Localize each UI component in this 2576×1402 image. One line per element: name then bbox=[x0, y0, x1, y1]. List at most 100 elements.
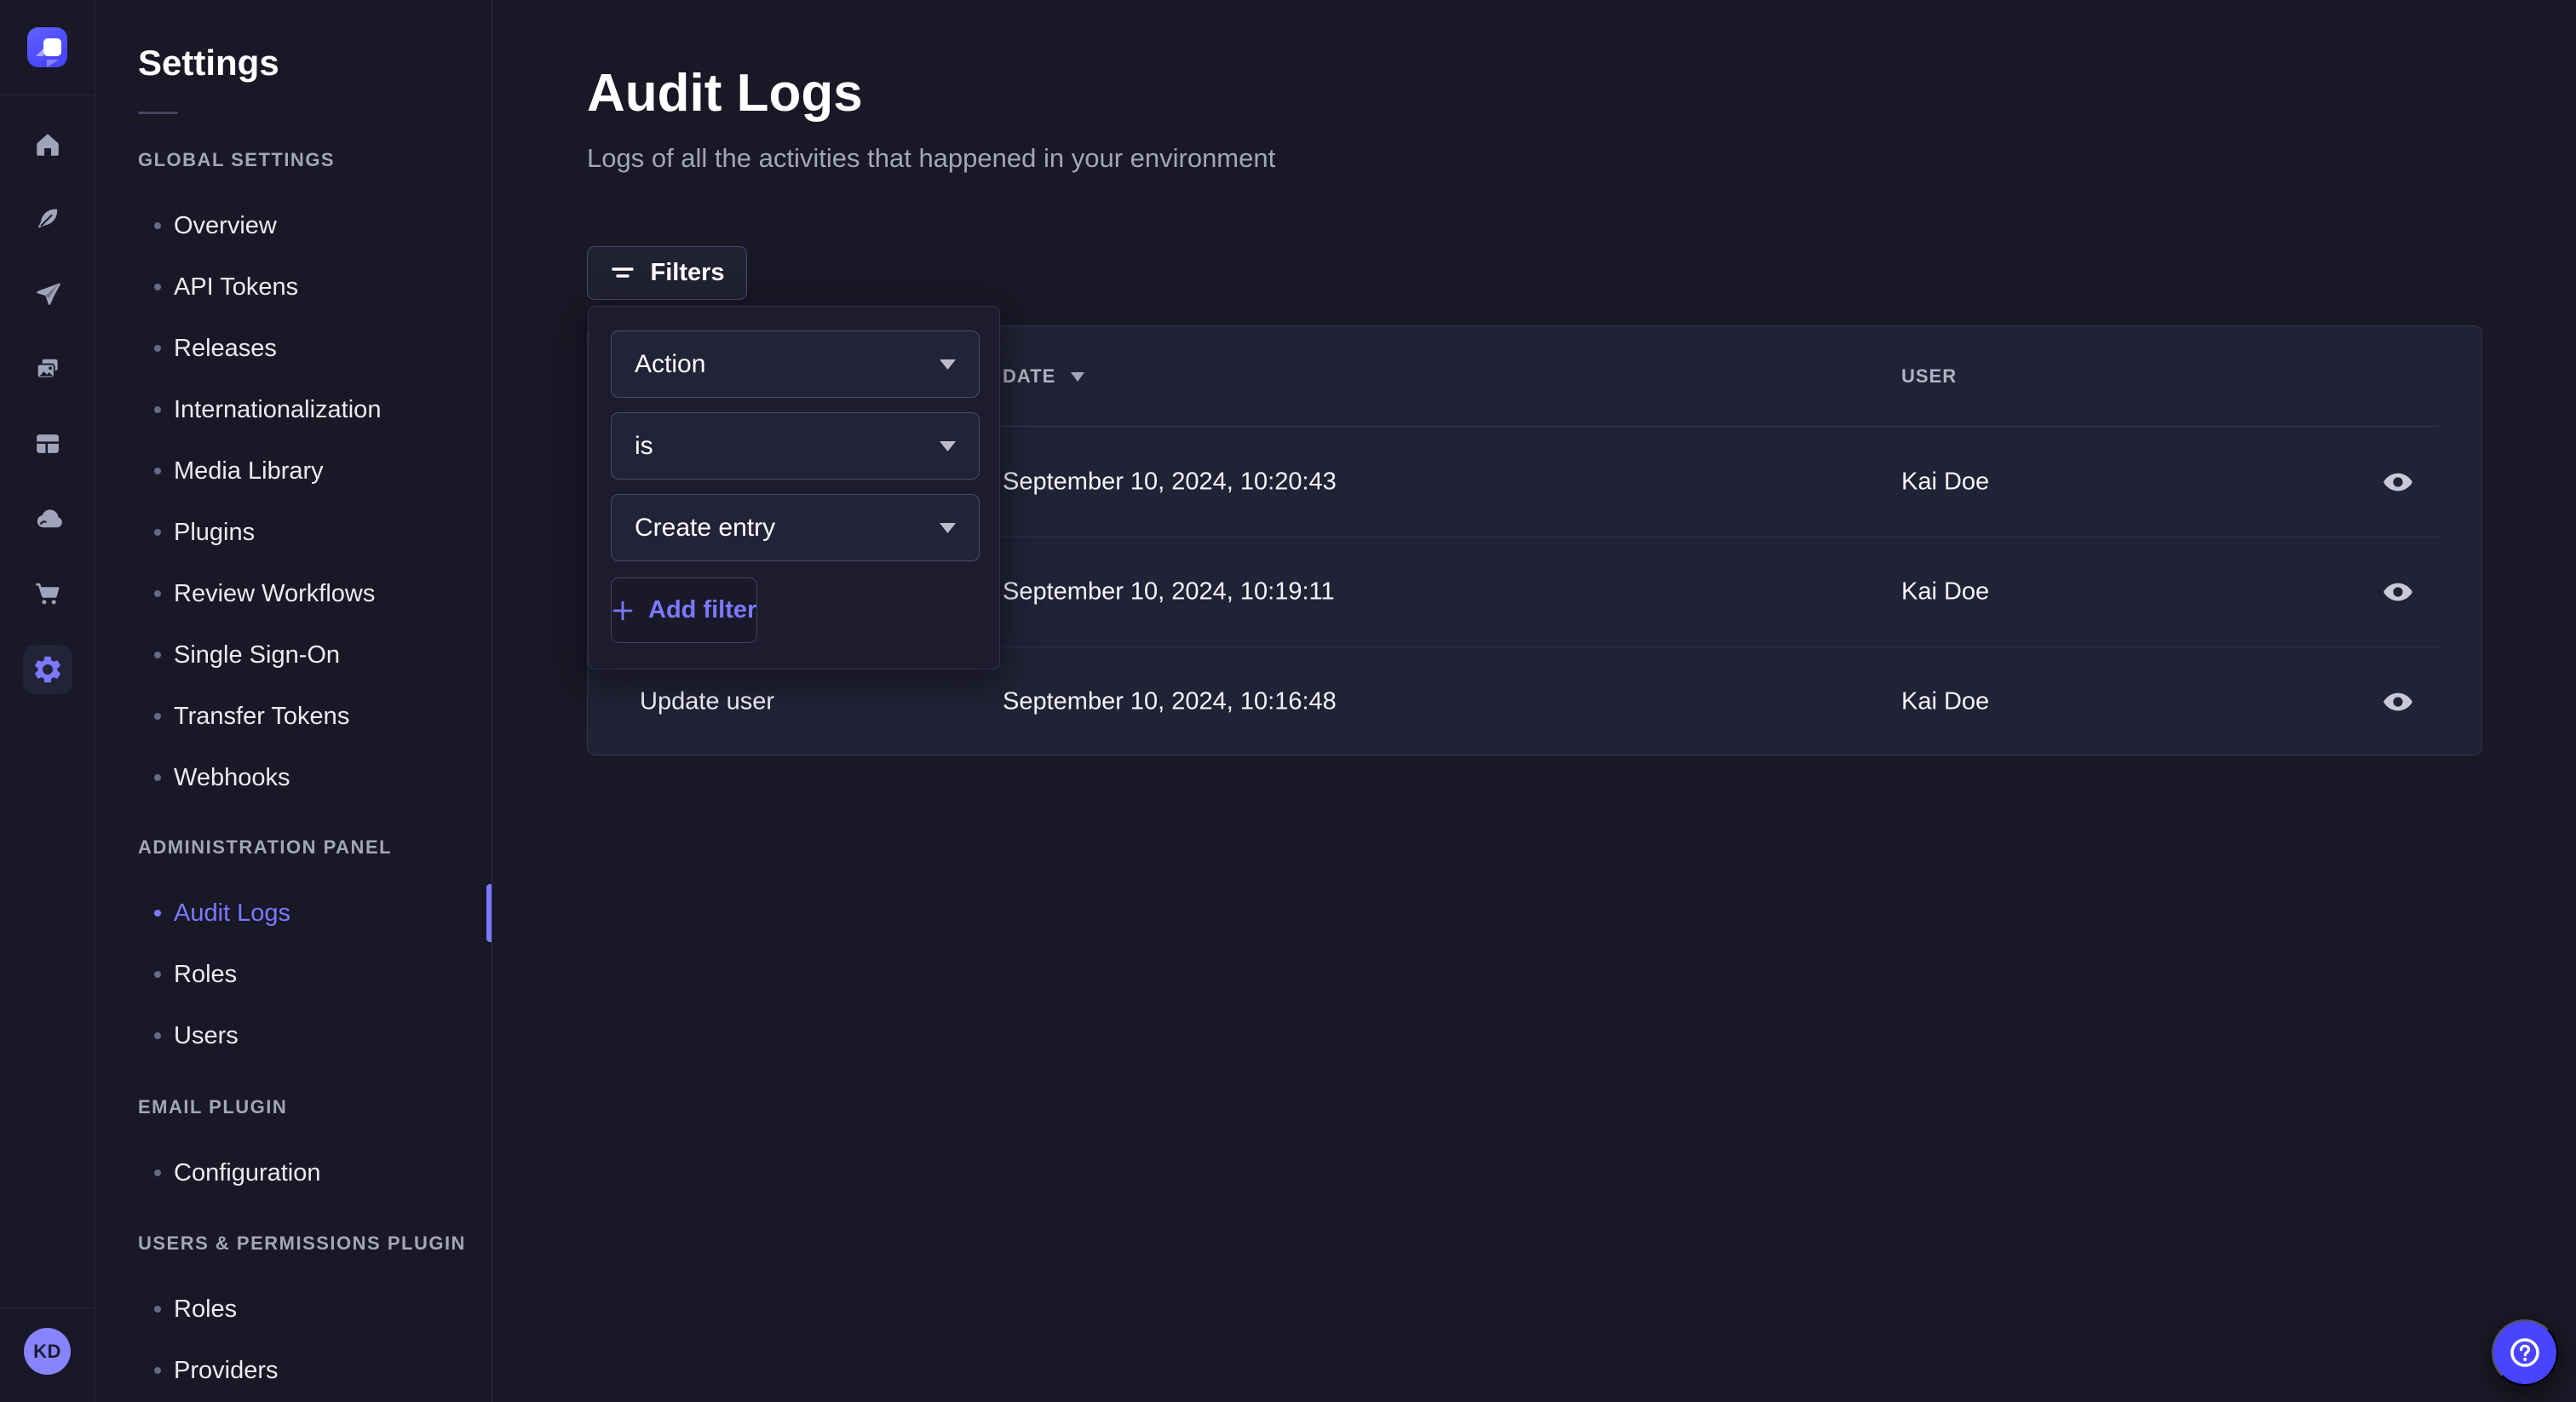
sidebar-item-label: Releases bbox=[174, 335, 277, 363]
column-header-date[interactable]: DATE bbox=[1003, 365, 1084, 388]
sidebar-item-releases[interactable]: Releases bbox=[95, 318, 492, 379]
bullet-icon bbox=[154, 529, 161, 536]
cell-date: September 10, 2024, 10:16:48 bbox=[1003, 687, 1337, 715]
paper-plane-icon bbox=[33, 279, 62, 308]
sidebar-item-api-tokens[interactable]: API Tokens bbox=[95, 256, 492, 318]
sidebar-section-global-settings: GLOBAL SETTINGS Overview API Tokens Rele… bbox=[95, 150, 492, 808]
gear-icon bbox=[32, 653, 64, 686]
cell-action: Update user bbox=[640, 687, 774, 715]
sidebar-item-admin-roles[interactable]: Roles bbox=[95, 944, 492, 1005]
icon-rail: KD bbox=[0, 0, 95, 1402]
cell-date: September 10, 2024, 10:19:11 bbox=[1003, 577, 1335, 606]
column-header-date-label: DATE bbox=[1003, 365, 1055, 388]
sidebar-item-label: Single Sign-On bbox=[174, 641, 340, 669]
sidebar-section-header: ADMINISTRATION PANEL bbox=[95, 837, 492, 858]
media-images-icon bbox=[32, 354, 63, 385]
sidebar-item-label: Media Library bbox=[174, 457, 324, 486]
sidebar-item-label: Roles bbox=[174, 1296, 237, 1324]
sidebar-item-up-roles[interactable]: Roles bbox=[95, 1278, 492, 1340]
bullet-icon bbox=[154, 1169, 161, 1176]
filter-operator-select[interactable]: is bbox=[611, 412, 980, 480]
sidebar-section-users-permissions-plugin: USERS & PERMISSIONS PLUGIN Roles Provide… bbox=[95, 1233, 492, 1401]
sidebar-section-header: EMAIL PLUGIN bbox=[95, 1097, 492, 1118]
bullet-icon bbox=[154, 652, 161, 658]
bullet-icon bbox=[154, 1367, 161, 1374]
rail-item-deploy[interactable] bbox=[0, 503, 95, 537]
cell-date: September 10, 2024, 10:20:43 bbox=[1003, 468, 1337, 496]
sidebar-item-label: Review Workflows bbox=[174, 580, 375, 608]
sidebar-item-label: Transfer Tokens bbox=[174, 703, 349, 731]
bullet-icon bbox=[154, 1032, 161, 1039]
bullet-icon bbox=[154, 345, 161, 352]
sidebar-section-header: GLOBAL SETTINGS bbox=[95, 150, 492, 170]
filter-lines-icon bbox=[609, 261, 636, 285]
sidebar-item-single-sign-on[interactable]: Single Sign-On bbox=[95, 624, 492, 686]
workspace-logo-button[interactable] bbox=[0, 0, 95, 95]
filter-field-select[interactable]: Action bbox=[611, 330, 980, 398]
sidebar-item-email-configuration[interactable]: Configuration bbox=[95, 1142, 492, 1204]
page-title: Audit Logs bbox=[587, 63, 863, 124]
bullet-icon bbox=[154, 406, 161, 413]
user-avatar[interactable]: KD bbox=[24, 1328, 71, 1375]
feather-icon bbox=[33, 204, 62, 233]
filters-button[interactable]: Filters bbox=[587, 246, 747, 300]
view-log-button[interactable] bbox=[2368, 568, 2428, 616]
eye-icon bbox=[2382, 690, 2414, 714]
filter-field-value: Action bbox=[635, 350, 705, 379]
sidebar-item-admin-users[interactable]: Users bbox=[95, 1005, 492, 1066]
sidebar-title-divider bbox=[138, 112, 178, 114]
view-log-button[interactable] bbox=[2368, 458, 2428, 506]
strapi-logo-icon bbox=[27, 27, 67, 67]
rail-item-content-type-builder[interactable] bbox=[0, 427, 95, 461]
sidebar-title: Settings bbox=[138, 43, 279, 83]
rail-item-marketplace[interactable] bbox=[0, 577, 95, 611]
bullet-icon bbox=[154, 1306, 161, 1313]
sidebar-item-label: Roles bbox=[174, 961, 237, 989]
add-filter-label: Add filter bbox=[648, 596, 756, 624]
sidebar-item-webhooks[interactable]: Webhooks bbox=[95, 747, 492, 808]
rail-item-home[interactable] bbox=[0, 128, 95, 162]
sidebar-item-label: API Tokens bbox=[174, 273, 298, 302]
sidebar-item-label: Internationalization bbox=[174, 396, 381, 424]
sidebar-item-transfer-tokens[interactable]: Transfer Tokens bbox=[95, 686, 492, 747]
rail-item-releases[interactable] bbox=[0, 277, 95, 311]
sidebar-item-review-workflows[interactable]: Review Workflows bbox=[95, 563, 492, 624]
cell-user: Kai Doe bbox=[1901, 687, 1989, 715]
sidebar-item-audit-logs[interactable]: Audit Logs bbox=[95, 882, 492, 944]
sidebar-item-media-library[interactable]: Media Library bbox=[95, 440, 492, 502]
page-subtitle: Logs of all the activities that happened… bbox=[587, 143, 1275, 174]
filter-value-select[interactable]: Create entry bbox=[611, 494, 980, 561]
chevron-down-icon bbox=[940, 359, 956, 370]
help-button[interactable] bbox=[2492, 1319, 2558, 1386]
sidebar-item-plugins[interactable]: Plugins bbox=[95, 502, 492, 563]
sidebar-item-up-providers[interactable]: Providers bbox=[95, 1340, 492, 1401]
sidebar-item-internationalization[interactable]: Internationalization bbox=[95, 379, 492, 440]
chevron-down-icon bbox=[940, 523, 956, 533]
bullet-icon bbox=[154, 971, 161, 978]
bullet-icon bbox=[154, 590, 161, 597]
rail-item-settings[interactable] bbox=[23, 645, 72, 694]
sidebar-item-overview[interactable]: Overview bbox=[95, 195, 492, 256]
sidebar-item-label: Overview bbox=[174, 212, 277, 240]
cloud-icon bbox=[32, 503, 64, 536]
chevron-down-icon bbox=[940, 441, 956, 451]
bullet-icon bbox=[154, 713, 161, 720]
layout-icon bbox=[32, 428, 63, 459]
add-filter-button[interactable]: Add filter bbox=[611, 577, 757, 643]
rail-item-media-library[interactable] bbox=[0, 353, 95, 387]
rail-divider bbox=[0, 1307, 95, 1308]
cell-user: Kai Doe bbox=[1901, 577, 1989, 606]
sidebar-item-label: Configuration bbox=[174, 1159, 321, 1187]
eye-icon bbox=[2382, 580, 2414, 604]
bullet-icon bbox=[154, 910, 161, 916]
filter-popover: Action is Create entry Add filter bbox=[588, 306, 1000, 669]
rail-item-content-manager[interactable] bbox=[0, 202, 95, 236]
plus-icon bbox=[612, 600, 634, 622]
sidebar-section-email-plugin: EMAIL PLUGIN Configuration bbox=[95, 1097, 492, 1204]
view-log-button[interactable] bbox=[2368, 678, 2428, 726]
filter-operator-value: is bbox=[635, 432, 653, 461]
cart-icon bbox=[32, 578, 63, 609]
sidebar-item-label: Providers bbox=[174, 1357, 279, 1385]
bullet-icon bbox=[154, 774, 161, 781]
settings-sidebar: Settings GLOBAL SETTINGS Overview API To… bbox=[95, 0, 492, 1402]
